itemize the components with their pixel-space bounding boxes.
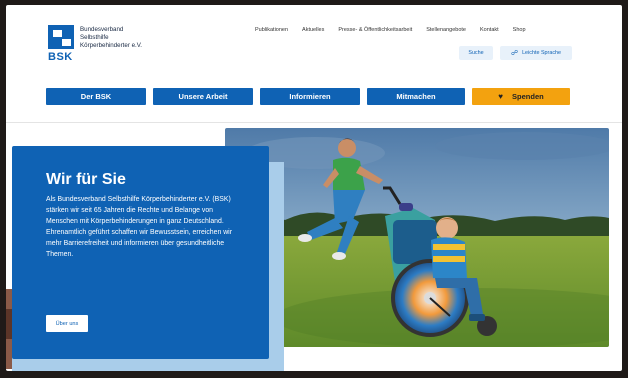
bsk-logo-mark: BSK [48,25,74,65]
nav-unsere-arbeit[interactable]: Unsere Arbeit [153,88,253,105]
about-us-label: Über uns [55,320,79,327]
logo-line-3: Körperbehinderter e.V. [80,42,143,49]
bsk-logo-icon [48,25,74,49]
top-nav: Publikationen Aktuelles Presse- & Öffent… [255,27,540,33]
nav-informieren-label: Informieren [289,92,331,101]
hero-content-box: Wir für Sie Als Bundesverband Selbsthilf… [12,146,269,359]
top-nav-kontakt[interactable]: Kontakt [480,27,499,33]
search-button[interactable]: Suche [459,46,493,60]
bsk-logo[interactable]: BSK Bundesverband Selbsthilfe Körperbehi… [48,25,142,65]
nav-mitmachen[interactable]: Mitmachen [367,88,465,105]
main-nav: Der BSK Unsere Arbeit Informieren Mitmac… [46,88,570,105]
easy-language-label: Leichte Sprache [522,50,562,56]
easy-language-button[interactable]: ☍ Leichte Sprache [500,46,572,60]
logo-line-1: Bundesverband [80,26,124,33]
logo-abbreviation: BSK [48,51,73,63]
logo-line-2: Selbsthilfe [80,34,109,41]
search-label: Suche [468,50,484,56]
heart-icon: ♥ [498,92,504,101]
hero-body-text: Als Bundesverband Selbsthilfe Körperbehi… [46,196,233,259]
top-nav-stellenangebote[interactable]: Stellenangebote [426,27,466,33]
header-divider [6,122,622,123]
about-us-button[interactable]: Über uns [46,315,88,332]
logo-text: Bundesverband Selbsthilfe Körperbehinder… [80,26,142,65]
top-nav-shop[interactable]: Shop [513,27,526,33]
page: BSK Bundesverband Selbsthilfe Körperbehi… [6,5,622,371]
top-nav-publikationen[interactable]: Publikationen [255,27,288,33]
nav-informieren[interactable]: Informieren [260,88,360,105]
donate-button[interactable]: ♥ Spenden [472,88,570,105]
nav-mitmachen-label: Mitmachen [396,92,436,101]
hero-title: Wir für Sie [46,171,126,188]
nav-der-bsk-label: Der BSK [80,92,112,101]
top-nav-aktuelles[interactable]: Aktuelles [302,27,324,33]
easy-language-icon: ☍ [510,50,519,57]
nav-unsere-arbeit-label: Unsere Arbeit [178,92,228,101]
partial-image [6,289,12,369]
donate-label: Spenden [512,92,544,101]
nav-der-bsk[interactable]: Der BSK [46,88,146,105]
top-nav-presse[interactable]: Presse- & Öffentlichkeitsarbeit [338,27,412,33]
